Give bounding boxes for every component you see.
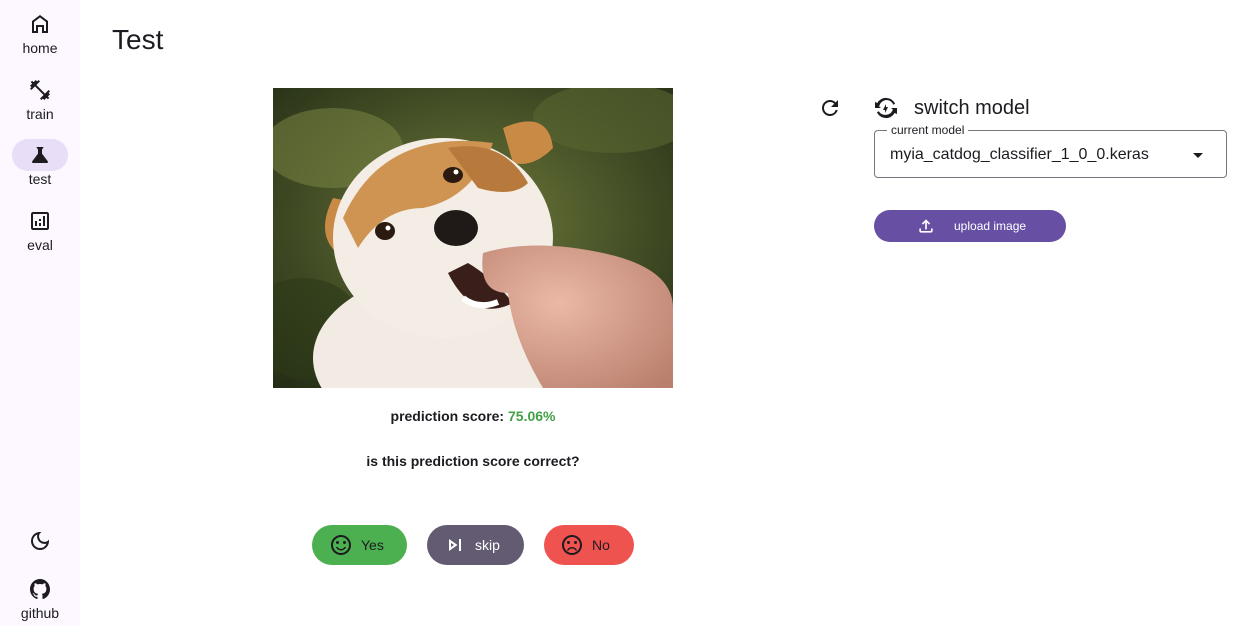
- nav-label-test: test: [28, 171, 52, 187]
- skip-button-label: skip: [475, 537, 500, 553]
- skip-button[interactable]: skip: [427, 525, 524, 565]
- switch-model-title: switch model: [914, 97, 1030, 119]
- moon-icon: [12, 525, 68, 557]
- page-title: Test: [112, 24, 164, 55]
- nav-item-test[interactable]: test: [0, 139, 80, 187]
- yes-button-label: Yes: [361, 537, 384, 553]
- refresh-icon: [822, 100, 838, 116]
- home-icon: [12, 8, 68, 40]
- yes-button[interactable]: Yes: [312, 525, 407, 565]
- current-model-label: current model: [887, 123, 969, 137]
- current-model-select[interactable]: current model myia_catdog_classifier_1_0…: [874, 123, 1227, 178]
- prediction-image: [273, 88, 673, 388]
- nav-label-github: github: [20, 605, 60, 621]
- chart-box-icon: [12, 205, 68, 237]
- nav-label-eval: eval: [27, 237, 53, 253]
- github-icon: [12, 573, 68, 605]
- github-link[interactable]: github: [0, 573, 80, 621]
- navigation-rail: home train test eval github: [0, 0, 80, 626]
- model-switch-icon: [875, 97, 897, 119]
- no-button-label: No: [592, 537, 610, 553]
- nav-item-train[interactable]: train: [0, 74, 80, 122]
- nav-item-eval[interactable]: eval: [0, 205, 80, 253]
- smile-icon: [331, 535, 351, 555]
- nav-label-train: train: [26, 106, 54, 122]
- dumbbell-icon: [12, 74, 68, 106]
- prediction-score-value: 75.06%: [508, 408, 556, 424]
- upload-icon: [919, 219, 933, 233]
- dropdown-arrow-icon: [1193, 153, 1203, 158]
- current-model-value: myia_catdog_classifier_1_0_0.keras: [890, 146, 1149, 163]
- sad-face-icon: [562, 535, 582, 555]
- switch-model-heading: switch model: [874, 94, 1030, 122]
- nav-item-home[interactable]: home: [0, 8, 80, 56]
- refresh-button[interactable]: [814, 92, 846, 124]
- theme-toggle[interactable]: [0, 525, 80, 557]
- upload-image-label: upload image: [954, 219, 1027, 233]
- dog-photo: [273, 88, 673, 388]
- upload-image-button[interactable]: upload image: [874, 210, 1066, 242]
- no-button[interactable]: No: [544, 525, 634, 565]
- nav-label-home: home: [22, 40, 58, 56]
- prediction-question: is this prediction score correct?: [366, 453, 580, 469]
- skip-next-icon: [449, 539, 461, 551]
- prediction-score-label: prediction score:: [390, 408, 505, 424]
- flask-icon: [12, 139, 68, 171]
- prediction-score: prediction score: 75.06%: [273, 406, 673, 426]
